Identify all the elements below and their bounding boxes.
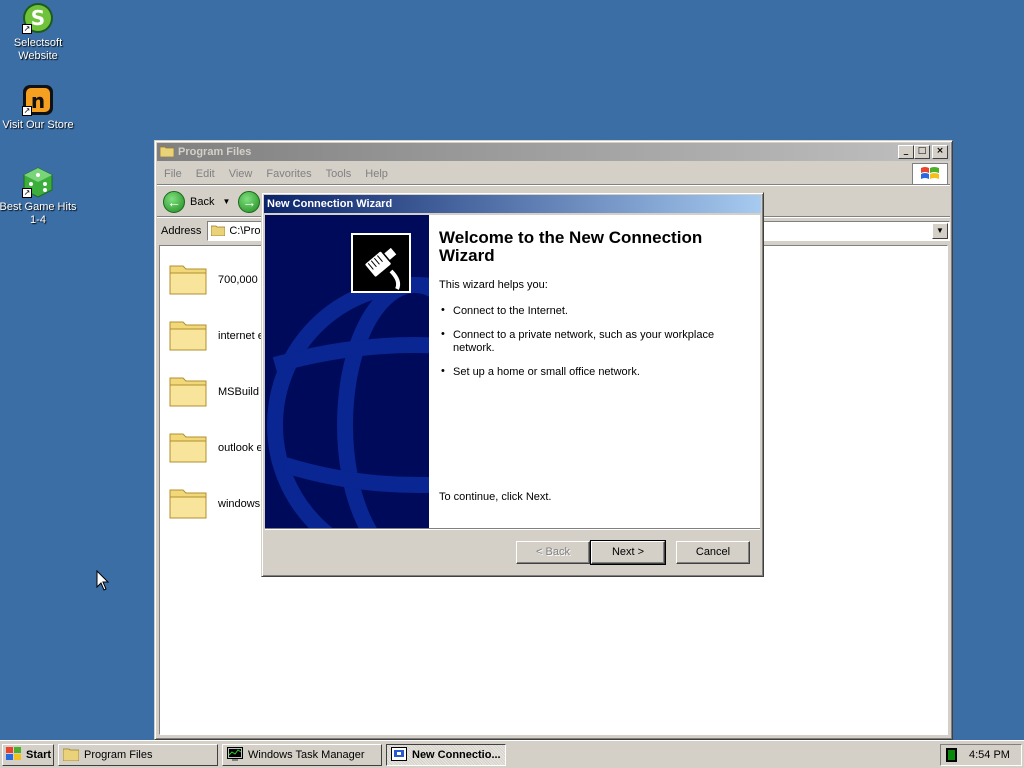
network-wizard-icon xyxy=(391,746,407,764)
mouse-pointer-icon xyxy=(96,570,110,591)
close-button[interactable]: × xyxy=(932,145,948,159)
back-arrow-icon[interactable]: ← xyxy=(163,190,185,213)
desktop-icon-selectsoft[interactable]: S ↗ Selectsoft Website xyxy=(0,2,78,63)
back-button[interactable]: < Back xyxy=(516,541,590,564)
taskbar-button-task-manager[interactable]: Windows Task Manager xyxy=(222,744,382,766)
desktop-icon-store[interactable]: n ↗ Visit Our Store xyxy=(0,84,78,132)
desktop-icon-label: Best Game Hits 1-4 xyxy=(0,201,77,226)
wizard-bullet: Connect to a private network, such as yo… xyxy=(439,328,746,355)
folder-item[interactable]: MSBuild xyxy=(168,372,259,411)
folder-item[interactable]: 700,000 xyxy=(168,260,258,299)
folder-label: MSBuild xyxy=(218,385,259,398)
svg-text:S: S xyxy=(31,6,45,30)
folder-icon xyxy=(62,747,80,764)
folder-label: internet e xyxy=(218,329,264,342)
store-n-icon: n ↗ xyxy=(22,84,54,116)
folder-icon xyxy=(210,224,226,239)
start-label: Start xyxy=(26,749,52,761)
menu-view[interactable]: View xyxy=(222,168,260,180)
taskbar-button-label: Program Files xyxy=(84,749,153,761)
wizard-divider xyxy=(265,528,760,530)
taskbar-button-new-connection[interactable]: New Connectio... xyxy=(386,744,506,766)
chevron-down-icon[interactable]: ▼ xyxy=(222,197,230,206)
explorer-titlebar[interactable]: Program Files _ □ × xyxy=(157,143,950,161)
folder-icon xyxy=(168,372,208,411)
maximize-button[interactable]: □ xyxy=(914,145,930,159)
wizard-heading: Welcome to the New Connection Wizard xyxy=(439,228,703,265)
new-connection-wizard-dialog[interactable]: New Connection Wizard Welcome to the New… xyxy=(261,192,764,577)
address-value: C:\Pro xyxy=(229,225,261,237)
taskbar-button-label: New Connectio... xyxy=(412,749,501,761)
menu-help[interactable]: Help xyxy=(358,168,395,180)
explorer-menubar: File Edit View Favorites Tools Help xyxy=(157,163,950,185)
wizard-side-banner xyxy=(265,215,429,528)
wizard-bullet: Connect to the Internet. xyxy=(439,304,746,318)
minimize-button[interactable]: _ xyxy=(898,145,914,159)
address-label: Address xyxy=(161,225,202,237)
menu-tools[interactable]: Tools xyxy=(319,168,359,180)
chevron-down-icon[interactable]: ▼ xyxy=(932,223,948,239)
desktop-icon-best-game-hits[interactable]: ↗ Best Game Hits 1-4 xyxy=(0,166,78,227)
desktop-icon-label: Selectsoft Website xyxy=(13,37,63,62)
folder-label: windows xyxy=(218,497,261,510)
clock[interactable]: 4:54 PM xyxy=(969,749,1010,761)
wizard-titlebar[interactable]: New Connection Wizard xyxy=(264,195,761,213)
back-button-label[interactable]: Back xyxy=(190,196,214,208)
folder-icon xyxy=(168,428,208,467)
green-dice-icon: ↗ xyxy=(22,166,54,198)
folder-icon xyxy=(168,316,208,355)
wizard-bullet: Set up a home or small office network. xyxy=(439,365,746,379)
menu-file[interactable]: File xyxy=(157,168,189,180)
folder-icon xyxy=(168,260,208,299)
wizard-continue-text: To continue, click Next. xyxy=(439,491,552,503)
taskbar: Start Program Files Windows Task Manager xyxy=(0,740,1024,768)
menu-edit[interactable]: Edit xyxy=(189,168,222,180)
next-button[interactable]: Next > xyxy=(590,540,666,565)
svg-text:n: n xyxy=(31,89,45,113)
selectsoft-s-icon: S ↗ xyxy=(22,2,54,34)
taskbar-button-label: Windows Task Manager xyxy=(248,749,365,761)
wizard-intro: This wizard helps you: xyxy=(439,279,548,291)
folder-icon xyxy=(168,484,208,523)
folder-label: outlook e xyxy=(218,441,263,454)
wizard-bullet-list: Connect to the Internet. Connect to a pr… xyxy=(439,304,746,379)
cancel-button[interactable]: Cancel xyxy=(676,541,750,564)
folder-icon xyxy=(159,145,175,160)
wizard-body: Welcome to the New Connection Wizard Thi… xyxy=(265,215,760,528)
menu-favorites[interactable]: Favorites xyxy=(259,168,318,180)
wizard-title: New Connection Wizard xyxy=(267,198,393,210)
forward-arrow-icon[interactable]: → xyxy=(238,190,261,213)
windows-logo-icon xyxy=(6,746,22,764)
start-button[interactable]: Start xyxy=(2,744,54,766)
folder-label: 700,000 xyxy=(218,273,258,286)
network-cable-icon xyxy=(351,233,411,293)
folder-item[interactable]: windows xyxy=(168,484,260,523)
folder-item[interactable]: outlook e xyxy=(168,428,263,467)
task-manager-icon xyxy=(227,746,243,764)
taskbar-button-program-files[interactable]: Program Files xyxy=(58,744,218,766)
wizard-content: Welcome to the New Connection Wizard Thi… xyxy=(429,215,760,528)
windows-flag-icon xyxy=(912,163,948,185)
folder-item[interactable]: internet e xyxy=(168,316,264,355)
desktop-icon-label: Visit Our Store xyxy=(2,119,74,131)
system-tray: 4:54 PM xyxy=(940,744,1022,766)
tray-status-icon[interactable] xyxy=(946,748,957,762)
explorer-title: Program Files xyxy=(178,146,252,158)
